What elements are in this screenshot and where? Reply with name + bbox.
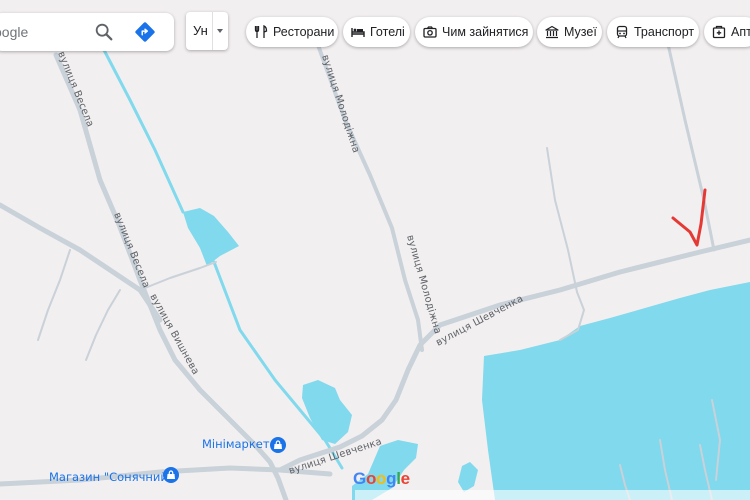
language-label[interactable]: Ун (193, 23, 208, 38)
chip-label: Апте (731, 25, 750, 39)
chip-label: Чим зайнятися (442, 25, 529, 39)
restaurant-icon (254, 25, 268, 38)
search-icon[interactable] (93, 21, 115, 43)
poi-sonyachnyi[interactable]: Магазин "Сонячний" (49, 467, 179, 484)
shopping-bag-icon[interactable] (270, 437, 286, 453)
language-selector[interactable]: Ун (186, 12, 228, 50)
camera-icon (423, 26, 437, 38)
chevron-down-icon[interactable] (217, 29, 223, 33)
chip-things-to-do[interactable]: Чим зайнятися (415, 17, 533, 47)
chip-label: Транспорт (634, 25, 695, 39)
attribution-bar (355, 490, 750, 500)
poi-minimarket[interactable]: Мінімаркет (202, 437, 286, 453)
pharmacy-icon (712, 25, 726, 39)
shopping-bag-icon[interactable] (163, 467, 179, 483)
chip-transit[interactable]: Транспорт (607, 17, 699, 47)
google-logo: Google (353, 469, 410, 488)
chip-restaurants[interactable]: Ресторани (246, 17, 338, 47)
search-box[interactable]: oogle (0, 13, 174, 51)
hotel-icon (351, 28, 365, 37)
transit-icon (616, 25, 628, 39)
language-divider (212, 12, 213, 50)
poi-minimarket-label[interactable]: Мінімаркет (202, 437, 270, 451)
chip-label: Музеї (564, 25, 597, 39)
chip-label: Ресторани (273, 25, 335, 39)
chip-label: Готелі (370, 25, 405, 39)
search-input[interactable]: oogle (0, 24, 28, 40)
chip-hotels[interactable]: Готелі (343, 17, 410, 47)
museum-icon (545, 25, 559, 39)
chip-pharmacies[interactable]: Апте (704, 17, 750, 47)
map-canvas[interactable]: вулиця Весела вулиця Весела вулиця Молод… (0, 0, 750, 500)
directions-icon[interactable] (134, 21, 156, 43)
poi-sonyachnyi-label[interactable]: Магазин "Сонячний" (49, 470, 173, 484)
chip-museums[interactable]: Музеї (537, 17, 602, 47)
